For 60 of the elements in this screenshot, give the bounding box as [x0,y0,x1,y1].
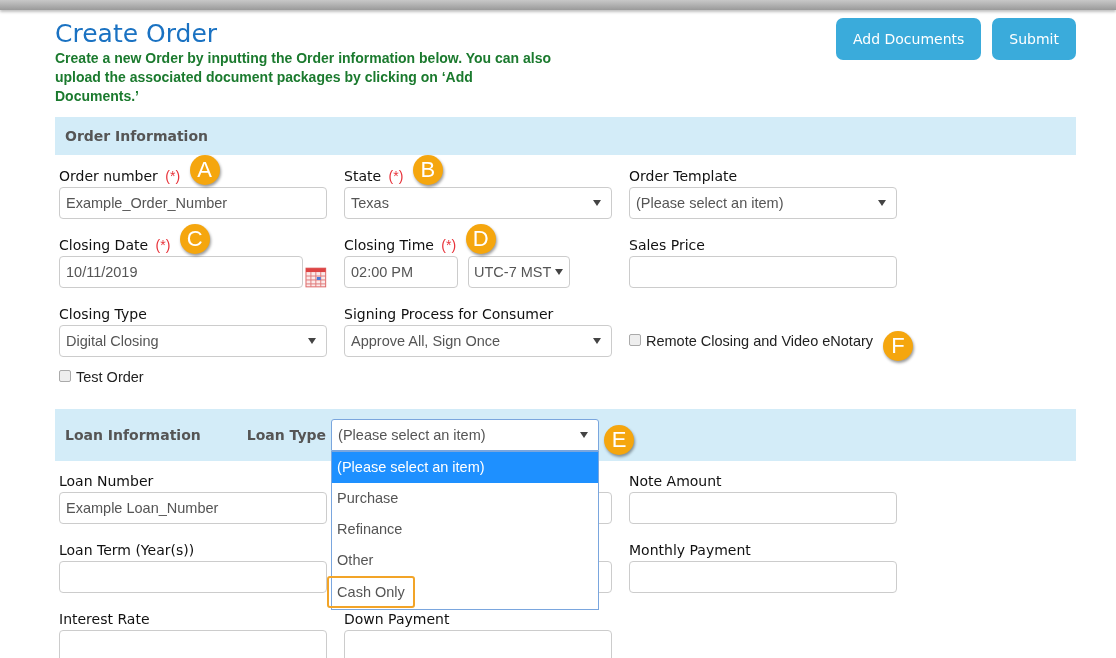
field-label: Loan Term (Year(s)) [59,542,195,558]
field-label: Order number [59,168,158,184]
timezone-select[interactable]: UTC-7 MST [468,256,570,288]
text-field[interactable]: Example_Order_Number [59,187,327,219]
field-label: Closing Type [59,306,147,322]
required-mark: (*) [155,237,171,253]
date-field[interactable]: 10/11/2019 [59,256,304,288]
field-label: Note Amount [629,473,722,489]
caret-icon [593,200,601,206]
page-title: Create Order [55,19,219,49]
text-field[interactable] [344,630,612,658]
select-field[interactable]: Digital Closing [59,325,327,357]
field-label: Down Payment [344,611,450,627]
field-label: Interest Rate [59,611,150,627]
caret-icon [308,338,316,344]
page-description: Create a new Order by inputting the Order information below. You can also upload the associated document packages by clicking on ‘Add Documents.’ [55,49,553,106]
callout-badge: A [189,155,220,185]
caret-icon [593,338,601,344]
field-label: Loan Number [59,473,154,489]
field-label: Closing Date [59,237,149,253]
select-field[interactable]: Texas [344,187,612,219]
select-field[interactable]: (Please select an item) [629,187,897,219]
required-mark: (*) [441,237,457,253]
select-field[interactable]: Approve All, Sign Once [344,325,612,357]
callout-badge: B [412,155,443,185]
checkbox-label: Remote Closing and Video eNotary [646,333,874,349]
field-label: State [344,168,382,184]
text-field[interactable] [59,561,327,593]
checkbox[interactable] [59,370,71,382]
text-field[interactable] [629,492,897,524]
field-label: Order Template [629,168,738,184]
dropdown-option[interactable]: Refinance [332,514,599,545]
text-field[interactable] [59,630,327,658]
field-label: Loan Type [246,427,327,443]
dropdown-option[interactable]: Cash Only [327,576,415,608]
field-label: Signing Process for Consumer [344,306,554,322]
callout-badge: E [604,425,635,455]
callout-badge: F [883,331,914,361]
time-field[interactable]: 02:00 PM [344,256,458,288]
callout-badge: D [465,224,496,254]
dropdown-option[interactable]: Purchase [332,483,599,514]
dropdown-option[interactable]: Other [332,545,599,576]
section-title: Loan Information [65,427,201,443]
section-title: Order Information [65,128,208,144]
caret-icon [555,269,563,275]
field-label: Monthly Payment [629,542,751,558]
required-mark: (*) [388,168,404,184]
caret-icon [878,200,886,206]
text-field[interactable] [629,561,897,593]
checkbox[interactable] [629,334,641,346]
required-mark: (*) [165,168,181,184]
calendar-icon[interactable] [305,266,327,288]
field-label: Closing Time [344,237,434,253]
text-field[interactable]: Example Loan_Number [59,492,327,524]
callout-badge: C [179,224,210,254]
loan-type-select[interactable]: (Please select an item) [331,419,600,451]
caret-icon [580,432,589,438]
field-label: Sales Price [629,237,705,253]
text-field[interactable] [629,256,897,288]
checkbox-label: Test Order [76,369,144,385]
